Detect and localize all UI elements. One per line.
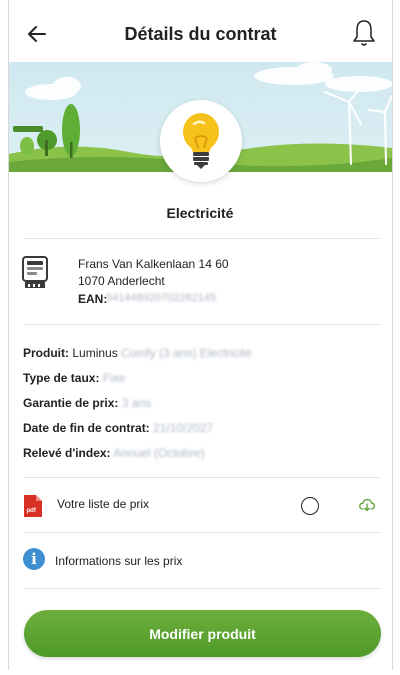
service-badge — [160, 100, 242, 182]
detail-value-blurred: 3 ans — [121, 396, 152, 410]
price-list-label[interactable]: Votre liste de prix — [57, 497, 149, 511]
pdf-file-icon: pdf — [24, 495, 42, 517]
detail-value-blurred: Comfy (3 ans) Electricité — [121, 346, 252, 360]
detail-contract-end: Date de fin de contrat: 21/10/2027 — [23, 421, 213, 435]
price-list-radio[interactable] — [301, 497, 319, 515]
address-street: Frans Van Kalkenlaan 14 60 — [78, 257, 229, 271]
bell-icon — [353, 20, 375, 46]
divider — [24, 238, 380, 239]
detail-value-blurred: Annuel (Octobre) — [113, 446, 205, 460]
divider — [24, 588, 380, 589]
cloud-download-icon[interactable] — [359, 498, 375, 512]
ean-label: EAN: — [78, 292, 108, 306]
divider — [24, 477, 380, 478]
info-icon: i — [23, 548, 45, 570]
notifications-button[interactable] — [351, 18, 377, 48]
detail-label: Date de fin de contrat: — [23, 421, 150, 435]
lightbulb-icon — [183, 113, 219, 169]
detail-product: Produit: Luminus Comfy (3 ans) Electrici… — [23, 346, 252, 360]
svg-text:pdf: pdf — [27, 508, 37, 514]
divider — [24, 324, 380, 325]
modify-product-button[interactable]: Modifier produit — [24, 610, 381, 657]
divider — [24, 532, 380, 533]
address-city: 1070 Anderlecht — [78, 274, 165, 288]
detail-label: Relevé d'index: — [23, 446, 111, 460]
detail-label: Garantie de prix: — [23, 396, 119, 410]
detail-label: Type de taux: — [23, 371, 100, 385]
page-title: Détails du contrat — [124, 24, 277, 44]
detail-index-reading: Relevé d'index: Annuel (Octobre) — [23, 446, 205, 460]
detail-value: Luminus — [72, 346, 118, 360]
service-name: Electricité — [166, 205, 234, 221]
detail-rate-type: Type de taux: Fixe — [23, 371, 125, 385]
detail-value-blurred: 21/10/2027 — [153, 421, 214, 435]
screen-edge-right — [392, 0, 393, 670]
detail-value-blurred: Fixe — [102, 371, 126, 385]
price-info-link[interactable]: Informations sur les prix — [55, 554, 182, 568]
app-screen: Détails du contrat Electricité Frans Van… — [0, 0, 400, 675]
detail-price-guarantee: Garantie de prix: 3 ans — [23, 396, 151, 410]
electricity-meter-icon — [22, 256, 48, 288]
detail-label: Produit: — [23, 346, 69, 360]
top-bar: Détails du contrat — [9, 0, 392, 62]
ean-value: 541448920702262145 — [106, 292, 217, 304]
